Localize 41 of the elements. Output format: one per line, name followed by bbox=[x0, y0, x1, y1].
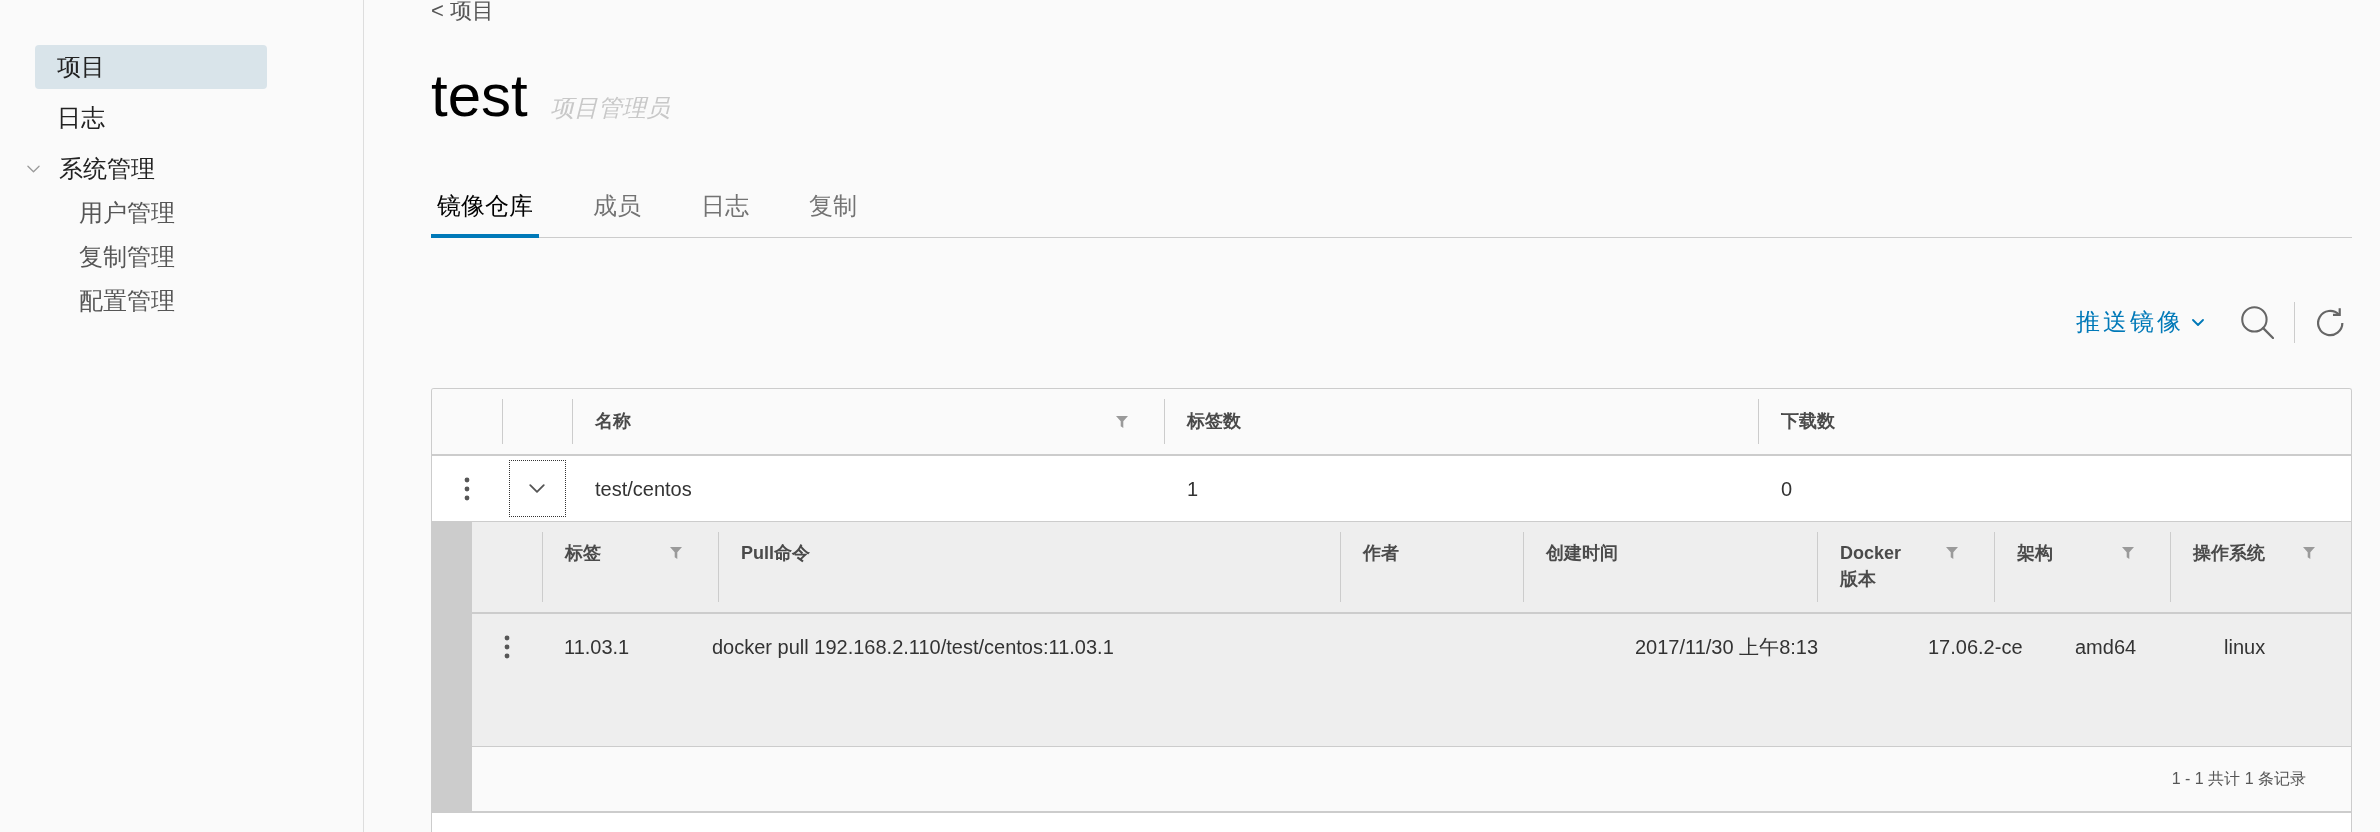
table-cell-text: 17.06.2-ce bbox=[1927, 635, 2024, 659]
column-header[interactable]: 名称 bbox=[572, 399, 1164, 444]
sidebar-subitem[interactable]: 复制管理 bbox=[35, 235, 267, 279]
push-image-button[interactable]: 推送镜像 bbox=[2076, 307, 2204, 337]
column-header[interactable]: Pull命令 bbox=[718, 532, 1340, 602]
column-header[interactable]: 作者 bbox=[1340, 532, 1523, 602]
caret-icon bbox=[2192, 318, 2204, 326]
refresh-icon[interactable] bbox=[2317, 307, 2344, 337]
table-cell-text: test/centos bbox=[594, 476, 693, 502]
tab[interactable]: 镜像仓库 bbox=[431, 180, 539, 238]
chevron-down-icon bbox=[529, 484, 545, 493]
sidebar-item[interactable]: 系统管理 bbox=[27, 147, 163, 191]
search-icon[interactable] bbox=[2241, 305, 2274, 339]
tab[interactable]: 日志 bbox=[695, 180, 755, 238]
back-link[interactable]: < 项目 bbox=[431, 0, 494, 22]
expand-button[interactable] bbox=[508, 460, 566, 517]
column-header[interactable]: 下载数 bbox=[1758, 399, 2351, 444]
tab[interactable]: 成员 bbox=[587, 180, 647, 238]
table-cell-text: 0 bbox=[1780, 476, 1794, 502]
tab[interactable]: 复制 bbox=[803, 180, 863, 238]
table-cell-text: linux bbox=[2223, 635, 2267, 659]
pagination-summary: 1 - 1 共计 1 条记录 bbox=[2171, 769, 2306, 789]
table-cell-text: 2017/11/30 上午8:13 bbox=[1634, 635, 1820, 659]
sidebar-subitem[interactable]: 用户管理 bbox=[35, 191, 267, 235]
table-cell-text: 11.03.1 bbox=[563, 635, 631, 659]
column-header[interactable]: 标签 bbox=[542, 532, 718, 602]
column-header[interactable]: Docker 版本 bbox=[1817, 532, 1994, 602]
kebab-menu-icon[interactable] bbox=[464, 476, 470, 501]
table-cell-text: amd64 bbox=[2074, 635, 2138, 659]
kebab-menu-icon[interactable] bbox=[504, 635, 510, 659]
project-title: test bbox=[431, 66, 528, 126]
sidebar-item[interactable]: 日志 bbox=[35, 96, 267, 140]
column-header[interactable]: 架构 bbox=[1994, 532, 2170, 602]
filter-icon[interactable] bbox=[1116, 415, 1128, 428]
table-cell-text: 1 bbox=[1186, 476, 1200, 502]
column-header[interactable]: 操作系统 bbox=[2170, 532, 2351, 602]
sidebar-item[interactable]: 项目 bbox=[35, 45, 267, 89]
column-header[interactable]: 标签数 bbox=[1164, 399, 1758, 444]
table-cell-text: docker pull 192.168.2.110/test/centos:11.03.1 bbox=[711, 635, 1115, 659]
sidebar-subitem[interactable]: 配置管理 bbox=[35, 279, 267, 323]
column-header[interactable]: 创建时间 bbox=[1523, 532, 1817, 602]
